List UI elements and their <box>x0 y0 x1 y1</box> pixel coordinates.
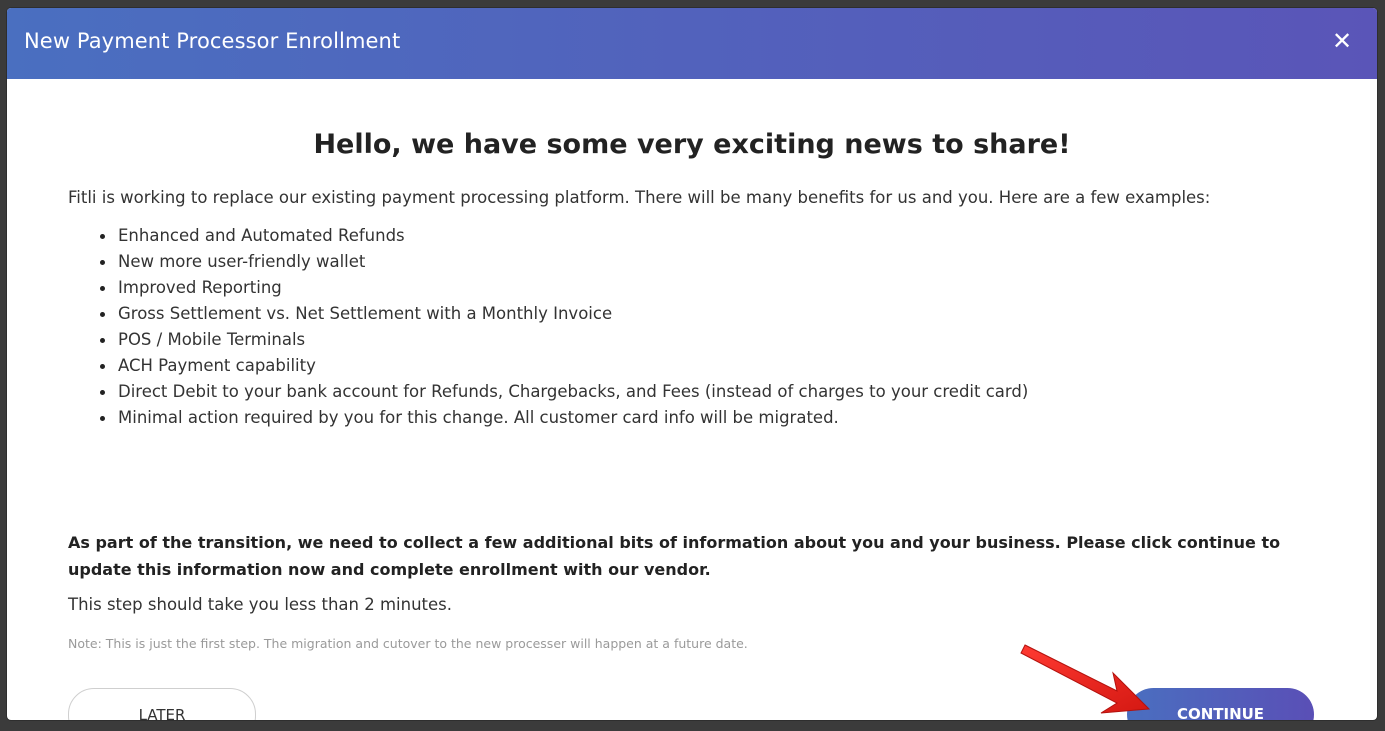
list-item: Improved Reporting <box>100 275 1028 301</box>
modal-backdrop: New Payment Processor Enrollment ✕ Hello… <box>0 0 1385 731</box>
modal-header: New Payment Processor Enrollment ✕ <box>7 8 1377 79</box>
red-arrow-icon <box>1020 644 1151 714</box>
modal-title: New Payment Processor Enrollment <box>24 29 401 53</box>
list-item: Direct Debit to your bank account for Re… <box>100 379 1028 405</box>
close-icon[interactable]: ✕ <box>1327 26 1357 56</box>
list-item: ACH Payment capability <box>100 353 1028 379</box>
list-item: POS / Mobile Terminals <box>100 327 1028 353</box>
later-button[interactable]: LATER <box>68 688 256 720</box>
list-item: Minimal action required by you for this … <box>100 405 1028 431</box>
transition-note: As part of the transition, we need to co… <box>68 533 1281 579</box>
list-item: Gross Settlement vs. Net Settlement with… <box>100 301 1028 327</box>
enrollment-modal: New Payment Processor Enrollment ✕ Hello… <box>7 8 1377 720</box>
list-item: New more user-friendly wallet <box>100 249 1028 275</box>
step-duration-text: This step should take you less than 2 mi… <box>68 595 453 614</box>
intro-text: Fitli is working to replace our existing… <box>68 188 1211 207</box>
headline: Hello, we have some very exciting news t… <box>313 129 1071 160</box>
migration-note: Note: This is just the first step. The m… <box>68 636 748 651</box>
benefits-list: Enhanced and Automated Refunds New more … <box>100 223 1028 431</box>
list-item: Enhanced and Automated Refunds <box>100 223 1028 249</box>
